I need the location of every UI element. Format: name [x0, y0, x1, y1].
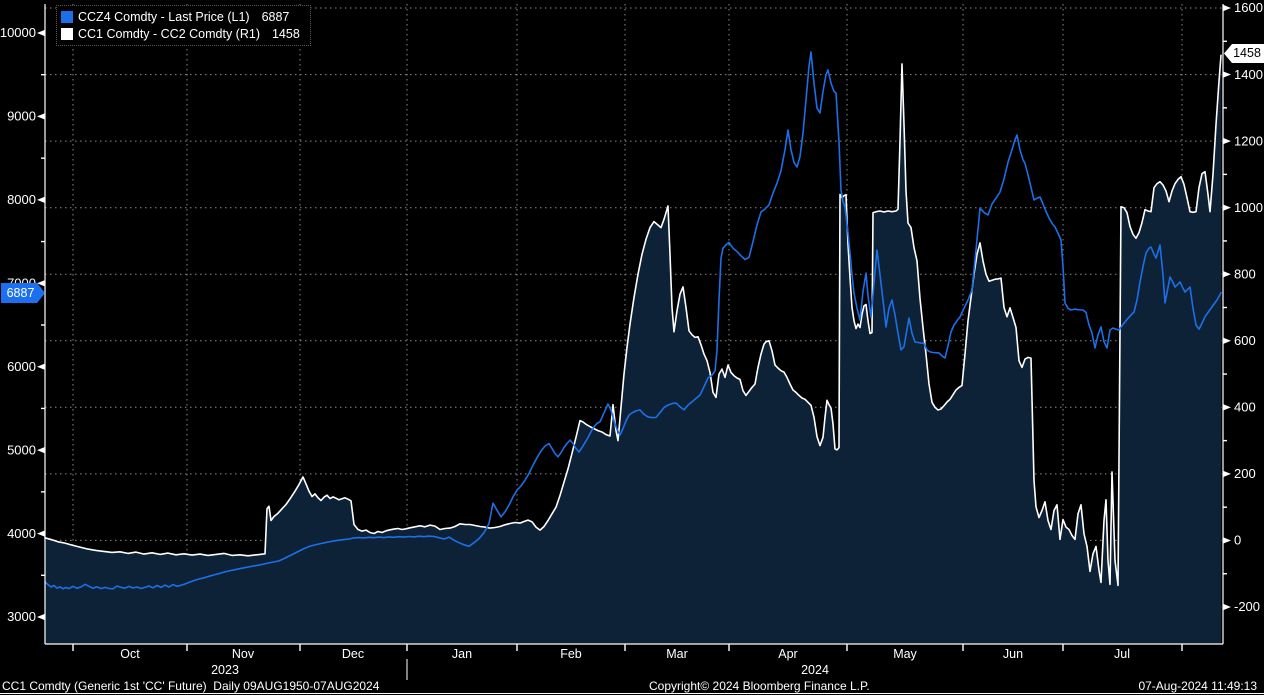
left-axis-tick: [37, 113, 45, 120]
right-axis-tick: [1223, 404, 1231, 411]
legend-label: CCZ4 Comdty - Last Price (L1): [78, 9, 250, 24]
year-label: 2024: [801, 663, 829, 677]
right-axis-label: 1000: [1234, 200, 1263, 215]
left-axis-label: 4000: [7, 526, 36, 541]
month-label: Oct: [120, 647, 140, 661]
ccz4-series-swatch-icon: [61, 10, 73, 23]
right-axis-label: 1600: [1234, 0, 1263, 15]
right-axis-tick: [1223, 71, 1231, 78]
left-axis-label: 5000: [7, 442, 36, 457]
right-axis-tick: [1223, 470, 1231, 478]
right-axis-label: 600: [1234, 333, 1256, 348]
month-label: Nov: [232, 647, 255, 661]
month-label: Jan: [452, 647, 472, 661]
footer-security-description: CC1 Comdty (Generic 1st 'CC' Future) Dai…: [2, 679, 380, 693]
chart-footer: CC1 Comdty (Generic 1st 'CC' Future) Dai…: [0, 679, 1264, 694]
right-axis-tick: [1223, 537, 1231, 544]
chart-legend[interactable]: CCZ4 Comdty - Last Price (L1) 6887 CC1 C…: [56, 5, 311, 46]
price-spread-chart[interactable]: 1000090008000700060005000400030001600140…: [0, 0, 1264, 695]
legend-value: 1458: [271, 26, 300, 41]
month-label: Mar: [666, 647, 688, 661]
legend-row-ccz4[interactable]: CCZ4 Comdty - Last Price (L1) 6887: [61, 8, 300, 25]
month-label: Dec: [342, 647, 364, 661]
month-label: Apr: [778, 647, 797, 661]
legend-label: CC1 Comdty - CC2 Comdty (R1): [78, 26, 260, 41]
month-label: Feb: [560, 647, 582, 661]
bloomberg-chart-window: 10000 9000 8000 7000 6000 5000 4000 3000 1600 140…: [0, 0, 1264, 695]
left-axis-label: 6000: [7, 359, 36, 374]
year-label: 2023: [211, 663, 239, 677]
footer-timestamp: 07-Aug-2024 11:49:13: [1138, 679, 1257, 693]
left-axis-last-price-badge: 6887: [1, 283, 45, 303]
right-axis-label: 0: [1234, 533, 1241, 548]
right-axis-tick: [1223, 337, 1231, 344]
right-axis-tick: [1223, 603, 1231, 611]
right-axis-tick: [1223, 137, 1231, 145]
right-axis-tick: [1223, 4, 1231, 12]
right-axis-label: 400: [1234, 400, 1256, 415]
right-axis-label: 200: [1234, 466, 1256, 481]
right-axis-tick: [1223, 204, 1231, 211]
cc1-cc2-series-swatch-icon: [61, 27, 73, 40]
left-axis-tick: [37, 363, 45, 370]
legend-value: 6887: [261, 9, 290, 24]
month-label: May: [893, 647, 917, 661]
right-axis-label: 1200: [1234, 133, 1263, 148]
right-axis-label: -200: [1234, 599, 1260, 614]
footer-copyright: Copyright© 2024 Bloomberg Finance L.P.: [649, 679, 870, 693]
spread-area-fill: [45, 55, 1221, 645]
right-axis-tick: [1223, 271, 1231, 278]
left-axis-label: 8000: [7, 192, 36, 207]
bottom-divider: [0, 693, 1264, 695]
right-axis-last-value-badge: 1458: [1224, 44, 1264, 63]
left-axis-label: 9000: [7, 109, 36, 124]
left-axis-tick: [37, 613, 45, 621]
month-label: Jul: [1114, 647, 1130, 661]
left-axis-label: 3000: [7, 609, 36, 624]
left-axis-tick: [37, 530, 45, 537]
left-axis-tick: [37, 446, 45, 454]
left-axis-tick: [37, 29, 45, 37]
month-label: Jun: [1003, 647, 1023, 661]
legend-row-cc1-cc2[interactable]: CC1 Comdty - CC2 Comdty (R1) 1458: [61, 25, 300, 42]
left-axis-tick: [37, 196, 45, 204]
left-axis-label: 10000: [0, 25, 36, 40]
right-axis-label: 800: [1234, 266, 1256, 281]
right-axis-label: 1400: [1234, 67, 1263, 82]
